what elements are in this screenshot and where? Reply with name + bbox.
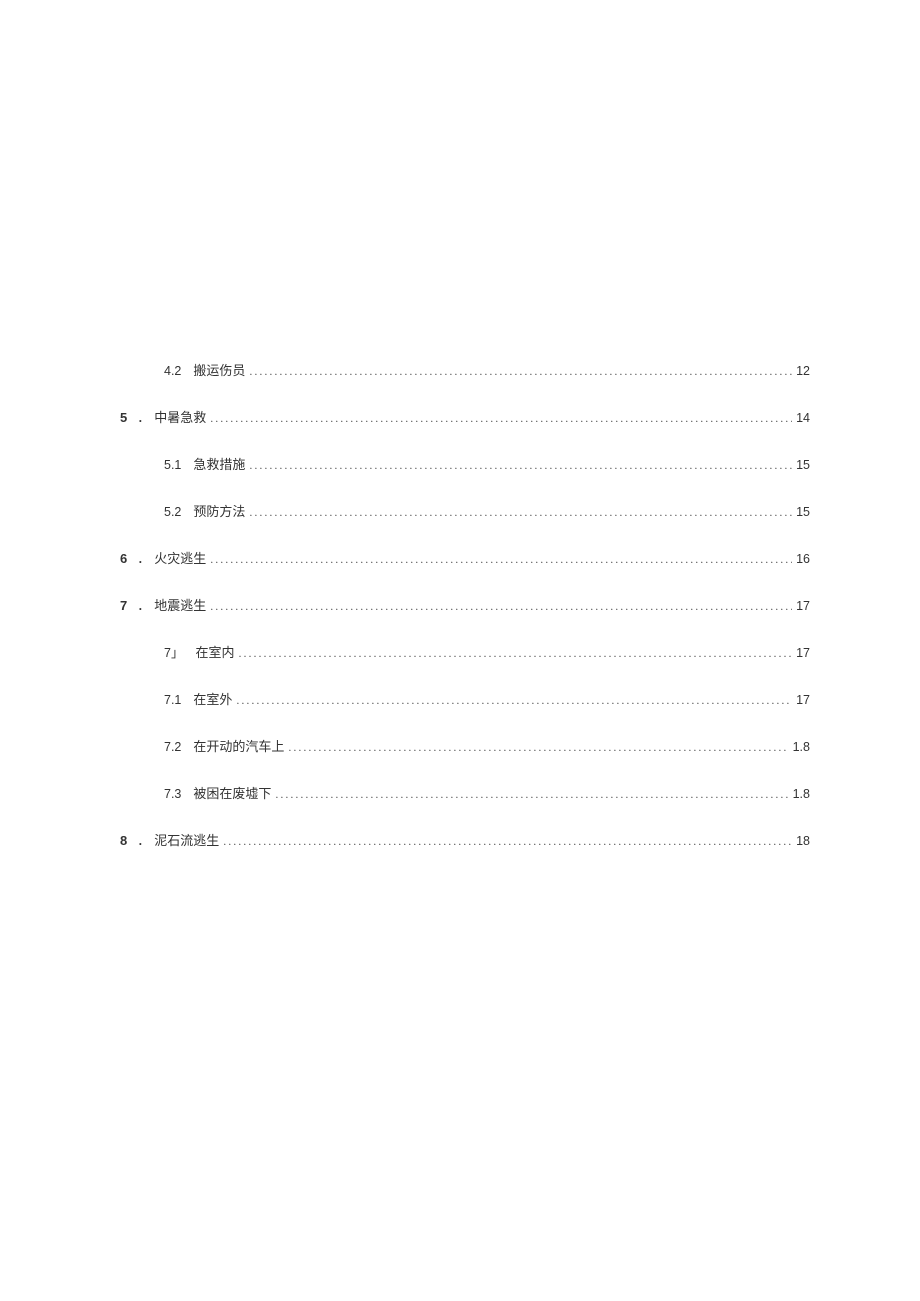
toc-entry: 7 ． 地震逃生 17: [120, 595, 810, 614]
toc-entry: 5 ． 中暑急救 14: [120, 407, 810, 426]
toc-page-number: 17: [796, 693, 810, 707]
toc-leader-dots: [275, 787, 788, 802]
toc-leader-dots: [238, 646, 792, 661]
toc-page-number: 17: [796, 599, 810, 613]
toc-title: 火灾逃生: [154, 548, 206, 567]
toc-entry: 8 ． 泥石流逃生 18: [120, 830, 810, 849]
toc-entry: 5.1 急救措施 15: [164, 454, 810, 473]
toc-entry: 7.3 被困在废墟下 1.8: [164, 783, 810, 802]
toc-title: 在开动的汽车上: [193, 736, 284, 755]
toc-leader-dots: [210, 411, 792, 426]
toc-separator: ．: [137, 595, 150, 614]
toc-separator: ．: [137, 830, 150, 849]
toc-entry: 7.2 在开动的汽车上 1.8: [164, 736, 810, 755]
toc-title: 预防方法: [193, 501, 245, 520]
toc-page-number: 18: [796, 834, 810, 848]
toc-leader-dots: [249, 458, 792, 473]
toc-leader-dots: [223, 834, 792, 849]
toc-number: 5: [120, 410, 127, 425]
toc-number: 5.2: [164, 505, 181, 519]
toc-leader-dots: [236, 693, 792, 708]
toc-number: 5.1: [164, 458, 181, 472]
toc-title: 急救措施: [193, 454, 245, 473]
toc-entry: 6 ． 火灾逃生 16: [120, 548, 810, 567]
toc-page-number: 1.8: [793, 787, 810, 801]
toc-entry: 4.2 搬运伤员 12: [164, 360, 810, 379]
toc-page-number: 15: [796, 458, 810, 472]
toc-number: 4.2: [164, 364, 181, 378]
toc-leader-dots: [288, 740, 788, 755]
toc-separator: ．: [137, 407, 150, 426]
toc-number: 7.3: [164, 787, 181, 801]
toc-page-number: 16: [796, 552, 810, 566]
toc-title: 地震逃生: [154, 595, 206, 614]
toc-number: 7」: [164, 642, 183, 661]
toc-page-number: 15: [796, 505, 810, 519]
toc-title: 被困在废墟下: [193, 783, 271, 802]
toc-leader-dots: [210, 599, 792, 614]
toc-number: 7.2: [164, 740, 181, 754]
toc-title: 搬运伤员: [193, 360, 245, 379]
toc-page-number: 1.8: [793, 740, 810, 754]
toc-page-number: 17: [796, 646, 810, 660]
toc-leader-dots: [249, 364, 792, 379]
toc-leader-dots: [210, 552, 792, 567]
toc-title: 泥石流逃生: [154, 830, 219, 849]
toc-entry: 7」 在室内 17: [164, 642, 810, 661]
toc-entry: 7.1 在室外 17: [164, 689, 810, 708]
toc-title: 中暑急救: [154, 407, 206, 426]
toc-number: 8: [120, 833, 127, 848]
toc-title: 在室外: [193, 689, 232, 708]
toc-title: 在室内: [195, 642, 234, 661]
toc-leader-dots: [249, 505, 792, 520]
toc-page-number: 12: [796, 364, 810, 378]
toc-number: 7.1: [164, 693, 181, 707]
toc-separator: ．: [137, 548, 150, 567]
toc-page-number: 14: [796, 411, 810, 425]
toc-number: 7: [120, 598, 127, 613]
toc-entry: 5.2 预防方法 15: [164, 501, 810, 520]
toc-number: 6: [120, 551, 127, 566]
document-page: 4.2 搬运伤员 12 5 ． 中暑急救 14 5.1 急救措施 15 5.2 …: [0, 0, 920, 849]
